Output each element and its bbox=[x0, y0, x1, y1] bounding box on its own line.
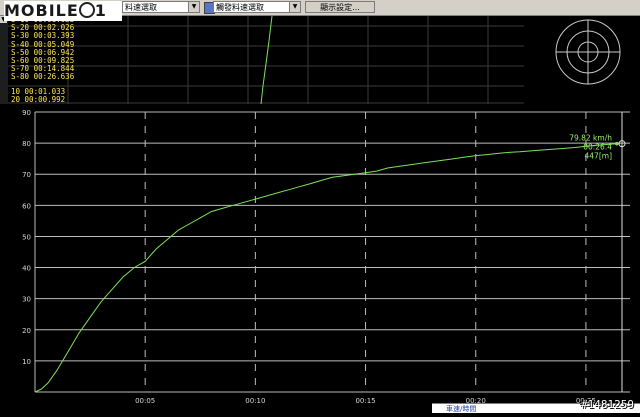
x-tick-label: 00:15 bbox=[355, 397, 375, 405]
display-settings-button[interactable]: 顯示設定... bbox=[305, 1, 375, 13]
mobile01-logo: MOBILE 1 bbox=[4, 1, 122, 21]
y-tick-label: 80 bbox=[22, 140, 31, 148]
data-select-value: 料速選取 bbox=[125, 3, 157, 12]
x-tick-label: 00:05 bbox=[135, 397, 155, 405]
chart-svg: 10203040506070809000:05 00:10 00:15 00:20 00… bbox=[22, 109, 630, 405]
split-times-panel: S-10 00:01.033 S-20 00:02.026 S-30 00:03… bbox=[11, 15, 75, 104]
speed-time-chart: 10 20 30 40 50 60 70 80 90 00:05 00:10 00:15 00:20 00… bbox=[0, 104, 640, 413]
x-tick-label: 00:10 bbox=[245, 397, 265, 405]
y-tick-label: 30 bbox=[22, 296, 31, 304]
g-force-radar-icon bbox=[555, 19, 621, 85]
readout-time: 00:26.4 bbox=[583, 143, 612, 152]
trigger-select-dropdown[interactable]: 觸發料速選取 ▼ bbox=[213, 1, 301, 13]
speed-series-endpoint bbox=[614, 141, 619, 146]
logo-text-suffix: 1 bbox=[94, 1, 107, 20]
logo-text: MOBILE bbox=[4, 1, 79, 20]
status-text: 車速/時間 bbox=[446, 405, 477, 413]
data-select-dropdown[interactable]: 料速選取 ▼ bbox=[122, 1, 200, 13]
y-tick-label: 40 bbox=[22, 265, 31, 273]
watermark: #1481259 bbox=[581, 398, 634, 411]
summary-row: 20 00:00.992 bbox=[11, 94, 66, 104]
readout-distance: 447[m] bbox=[585, 152, 613, 161]
logo-ring-icon bbox=[78, 1, 95, 18]
y-tick-label: 10 bbox=[22, 358, 31, 366]
y-tick-label: 20 bbox=[22, 327, 31, 335]
top-panel-grid bbox=[8, 15, 524, 105]
y-tick-label: 90 bbox=[22, 109, 31, 117]
g-force-trace bbox=[260, 15, 273, 105]
split-row: S-80 00:26.636 bbox=[11, 72, 75, 82]
chevron-down-icon[interactable]: ▼ bbox=[289, 2, 300, 12]
readout-speed: 79.82 km/h bbox=[569, 134, 612, 143]
y-tick-label: 60 bbox=[22, 202, 31, 210]
top-panel bbox=[8, 15, 524, 105]
y-tick-label: 50 bbox=[22, 233, 31, 241]
chevron-down-icon[interactable]: ▼ bbox=[188, 2, 199, 12]
trigger-select-value: 觸發料速選取 bbox=[216, 3, 264, 12]
y-tick-label: 70 bbox=[22, 171, 31, 179]
toolbar: MOBILE 1 料速選取 ▼ 觸發料速選取 ▼ 顯示設定... bbox=[0, 0, 640, 21]
